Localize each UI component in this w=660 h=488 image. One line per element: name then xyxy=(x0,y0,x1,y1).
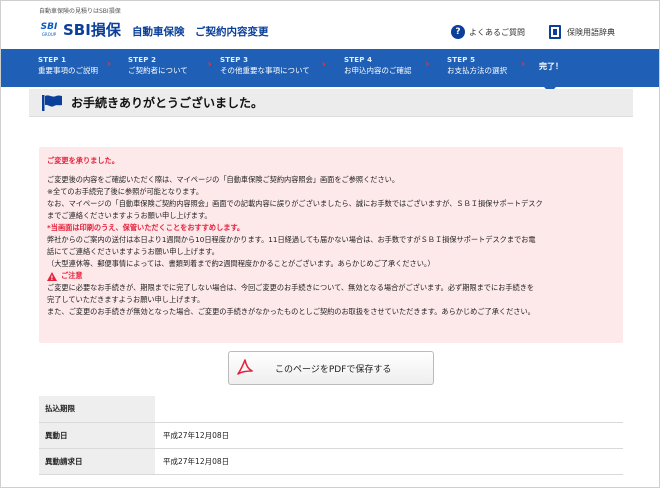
step-label: その他重要な事項について xyxy=(220,66,310,75)
warning-icon xyxy=(47,271,57,285)
pdf-icon xyxy=(237,359,253,375)
step-3: STEP 3 その他重要な事項について › xyxy=(220,56,326,76)
table-key: 異動請求日 xyxy=(39,448,155,475)
step-number: STEP 5 xyxy=(447,56,476,64)
caution-label: ご注意 xyxy=(61,271,83,280)
glossary-label: 保険用語辞典 xyxy=(567,27,615,37)
message-text: なお、マイページの「自動車保険ご契約内容照会」画面での記載内容に誤りがございまし… xyxy=(47,199,543,208)
caution-heading: ご注意 xyxy=(47,270,615,285)
message-text: （大型連休等、郵便事情によっては、書類到着まで約2週間程度かかることがございます… xyxy=(47,259,435,268)
message-text: 弊社からのご案内の送付は本日より1週間から10日程度かかります。11日経過しても… xyxy=(47,235,536,244)
step-label: お申込内容のご確認 xyxy=(344,66,412,75)
logo-group-text: GROUP xyxy=(41,31,57,37)
logo-text: SBI損保 xyxy=(63,21,121,39)
book-icon xyxy=(549,25,561,39)
step-number: STEP 4 xyxy=(344,56,373,64)
step-progress-bar: STEP 1 重要事項のご説明 › STEP 2 ご契約者について › STEP… xyxy=(1,49,659,87)
save-pdf-button[interactable]: このページをPDFで保存する xyxy=(228,351,434,385)
chevron-right-icon: › xyxy=(321,59,326,70)
step-number: STEP 3 xyxy=(220,56,249,64)
completion-message-box: ご変更を承りました。 ご変更後の内容をご確認いただく際は、マイページの「自動車保… xyxy=(39,147,623,343)
title-bar: お手続きありがとうございました。 xyxy=(29,89,633,117)
table-row: 異動日 平成27年12月08日 xyxy=(39,422,623,449)
print-note: *当画面は印刷のうえ、保管いただくことをおすすめします。 xyxy=(47,223,245,232)
step-number: STEP 1 xyxy=(38,56,67,64)
message-heading: ご変更を承りました。 xyxy=(47,156,119,165)
step-label: ご契約者について xyxy=(128,66,188,75)
table-row: 異動請求日 平成27年12月08日 xyxy=(39,448,623,475)
message-text: ※全てのお手続完了後に参照が可能となります。 xyxy=(47,187,204,196)
step-label: 重要事項のご説明 xyxy=(38,66,98,75)
contract-info-table: 払込期限 異動日 平成27年12月08日 異動請求日 平成27年12月08日 xyxy=(39,396,623,475)
table-key: 払込期限 xyxy=(39,396,155,423)
faq-label: よくあるご質問 xyxy=(469,27,525,37)
logo-mark-text: SBI xyxy=(40,21,58,32)
chevron-right-icon: › xyxy=(520,59,525,70)
message-text: までご連絡くださいますようお願い申し上げます。 xyxy=(47,211,212,220)
header-tagline: 自動車保険の見積りはSBI損保 xyxy=(39,8,121,15)
step-1: STEP 1 重要事項のご説明 › xyxy=(38,56,111,76)
table-row: 払込期限 xyxy=(39,396,623,423)
message-text: ご変更後の内容をご確認いただく際は、マイページの「自動車保険ご契約内容照会」画面… xyxy=(47,175,400,184)
faq-link[interactable]: ? よくあるご質問 xyxy=(451,25,525,39)
caution-text: 完了していただきますようお願い申し上げます。 xyxy=(47,295,205,304)
chevron-right-icon: › xyxy=(106,59,111,70)
message-text: 話にてご連絡くださいますようお願い申し上げます。 xyxy=(47,247,219,256)
save-pdf-label: このページをPDFで保存する xyxy=(275,364,392,375)
chevron-right-icon: › xyxy=(425,59,430,70)
table-key: 異動日 xyxy=(39,422,155,449)
table-value: 平成27年12月08日 xyxy=(155,422,623,449)
page-frame: 自動車保険の見積りはSBI損保 SBI GROUP SBI損保 自動車保険 ご契… xyxy=(0,0,660,488)
step-complete: 完了！ xyxy=(539,62,563,71)
glossary-link[interactable]: 保険用語辞典 xyxy=(549,25,615,39)
page-title: お手続きありがとうございました。 xyxy=(71,96,264,110)
caution-text: また、ご変更のお手続きが無効となった場合、ご変更の手続きがなかったものとしご契約… xyxy=(47,307,535,316)
sbi-logo-mark: SBI GROUP xyxy=(39,20,59,40)
table-value: 平成27年12月08日 xyxy=(155,448,623,475)
page-heading: 自動車保険 ご契約内容変更 xyxy=(132,26,269,38)
step-4: STEP 4 お申込内容のご確認 › xyxy=(344,56,430,76)
chevron-right-icon: › xyxy=(207,59,212,70)
step-5: STEP 5 お支払方法の選択 › xyxy=(447,56,525,76)
flag-icon xyxy=(42,94,62,111)
step-number: STEP 2 xyxy=(128,56,157,64)
question-icon: ? xyxy=(451,25,465,39)
step-label: お支払方法の選択 xyxy=(447,66,507,75)
caution-text: ご変更に必要なお手続きが、期限までに完了しない場合は、今回ご変更のお手続きについ… xyxy=(47,283,535,292)
table-value xyxy=(155,396,623,423)
step-2: STEP 2 ご契約者について › xyxy=(128,56,212,76)
sbi-logo[interactable]: SBI GROUP SBI損保 xyxy=(39,19,121,40)
